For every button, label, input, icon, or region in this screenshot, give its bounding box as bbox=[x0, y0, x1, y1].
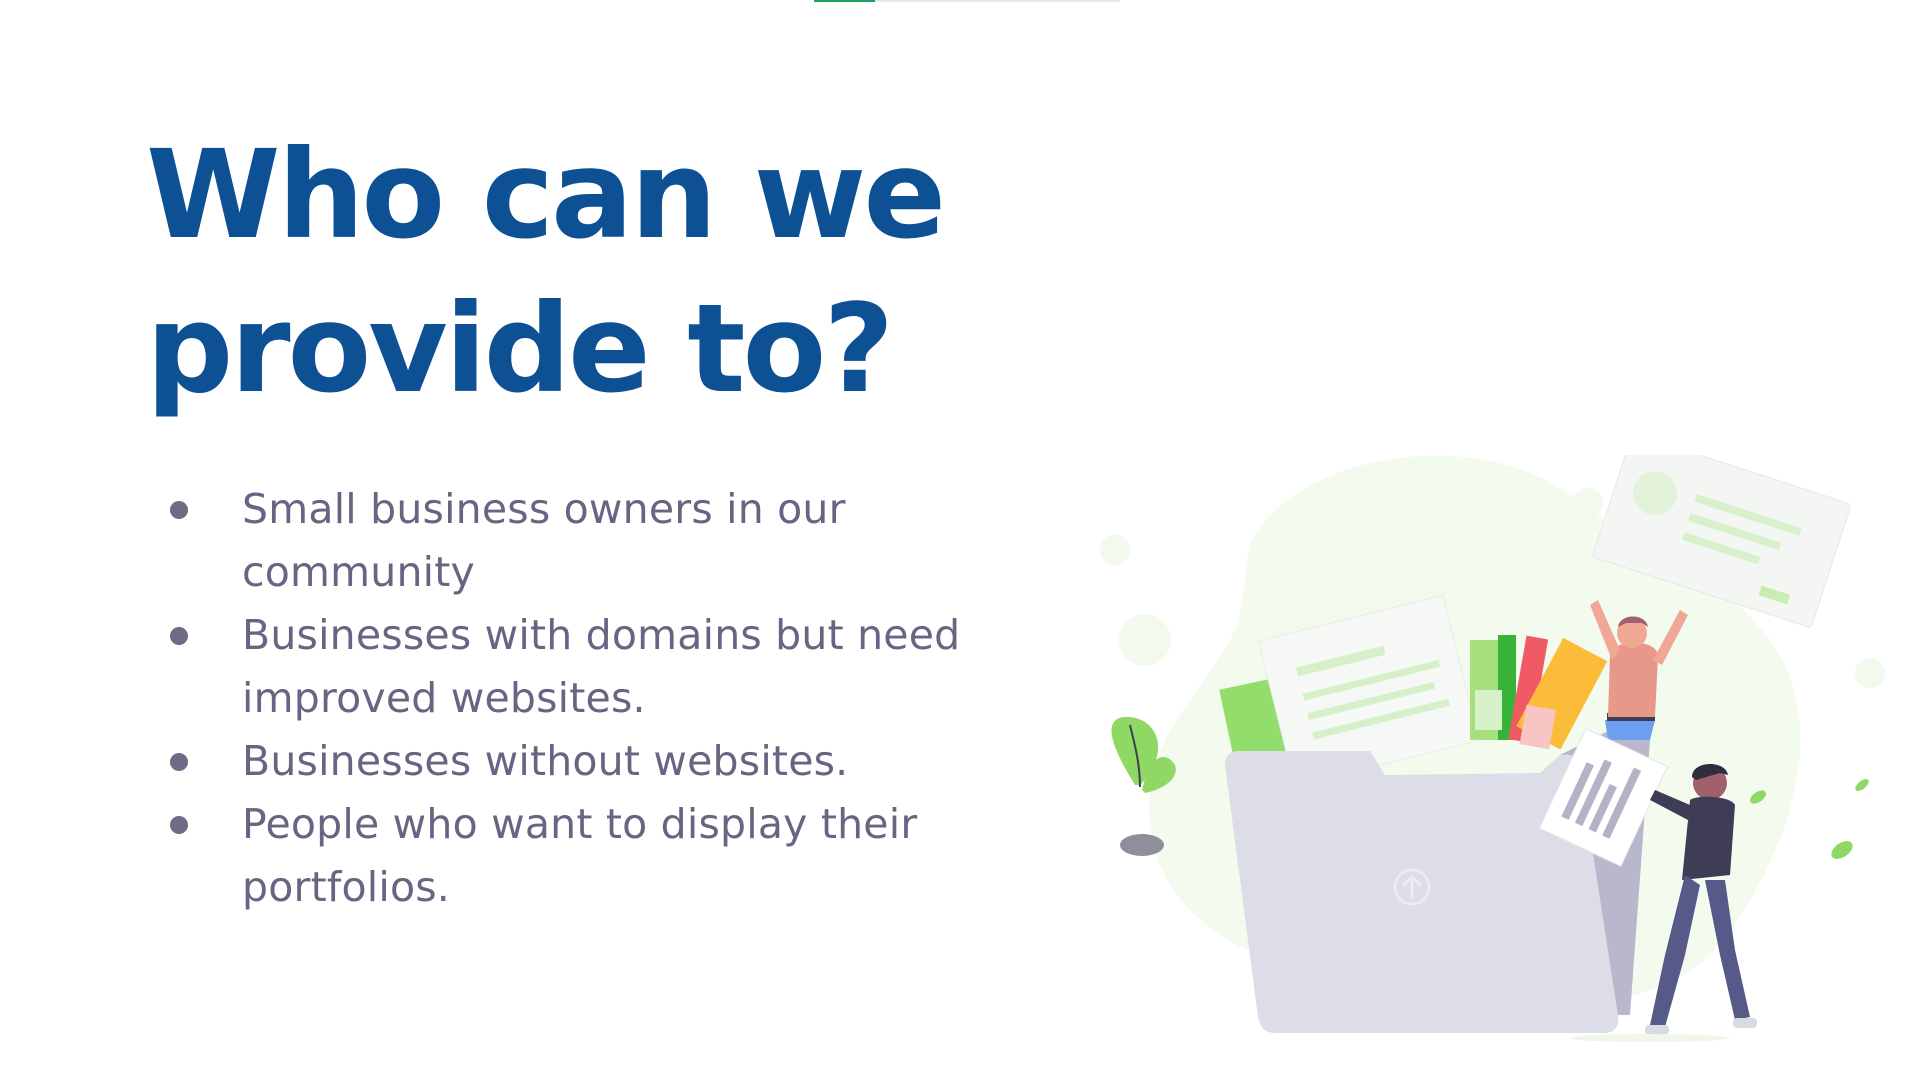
bullet-dot-icon bbox=[170, 627, 188, 645]
slide-progress-fill bbox=[814, 0, 876, 2]
bullet-dot-icon bbox=[170, 753, 188, 771]
bullet-dot-icon bbox=[170, 501, 188, 519]
bullet-text: People who want to display their portfol… bbox=[242, 800, 918, 911]
bubble-decoration bbox=[1855, 658, 1885, 688]
bullet-dot-icon bbox=[170, 816, 188, 834]
bullet-item: Businesses without websites. bbox=[166, 730, 1006, 793]
bullet-item: Businesses with domains but need improve… bbox=[166, 604, 1006, 730]
leaf-decoration bbox=[1831, 841, 1853, 859]
slide-title: Who can we provide to? bbox=[146, 118, 1046, 426]
slide-title-line-2: provide to? bbox=[146, 278, 894, 420]
bubble-decoration bbox=[1573, 488, 1603, 518]
bullet-text: Businesses with domains but need improve… bbox=[242, 611, 961, 722]
bullet-item: People who want to display their portfol… bbox=[166, 793, 1006, 919]
slide-progress-track bbox=[814, 0, 1120, 2]
bullet-item: Small business owners in our community bbox=[166, 478, 1006, 604]
rock-decoration bbox=[1120, 834, 1164, 856]
bubble-decoration bbox=[1100, 535, 1130, 565]
leaf-decoration bbox=[1855, 779, 1869, 791]
bullet-text: Small business owners in our community bbox=[242, 485, 846, 596]
slide-title-line-1: Who can we bbox=[146, 124, 946, 266]
audience-bullet-list: Small business owners in our community B… bbox=[166, 478, 1006, 919]
bubble-decoration bbox=[1119, 614, 1171, 666]
bullet-text: Businesses without websites. bbox=[242, 737, 849, 785]
upload-folder-illustration bbox=[1100, 455, 1885, 1042]
ground-shadow bbox=[1570, 1034, 1730, 1042]
